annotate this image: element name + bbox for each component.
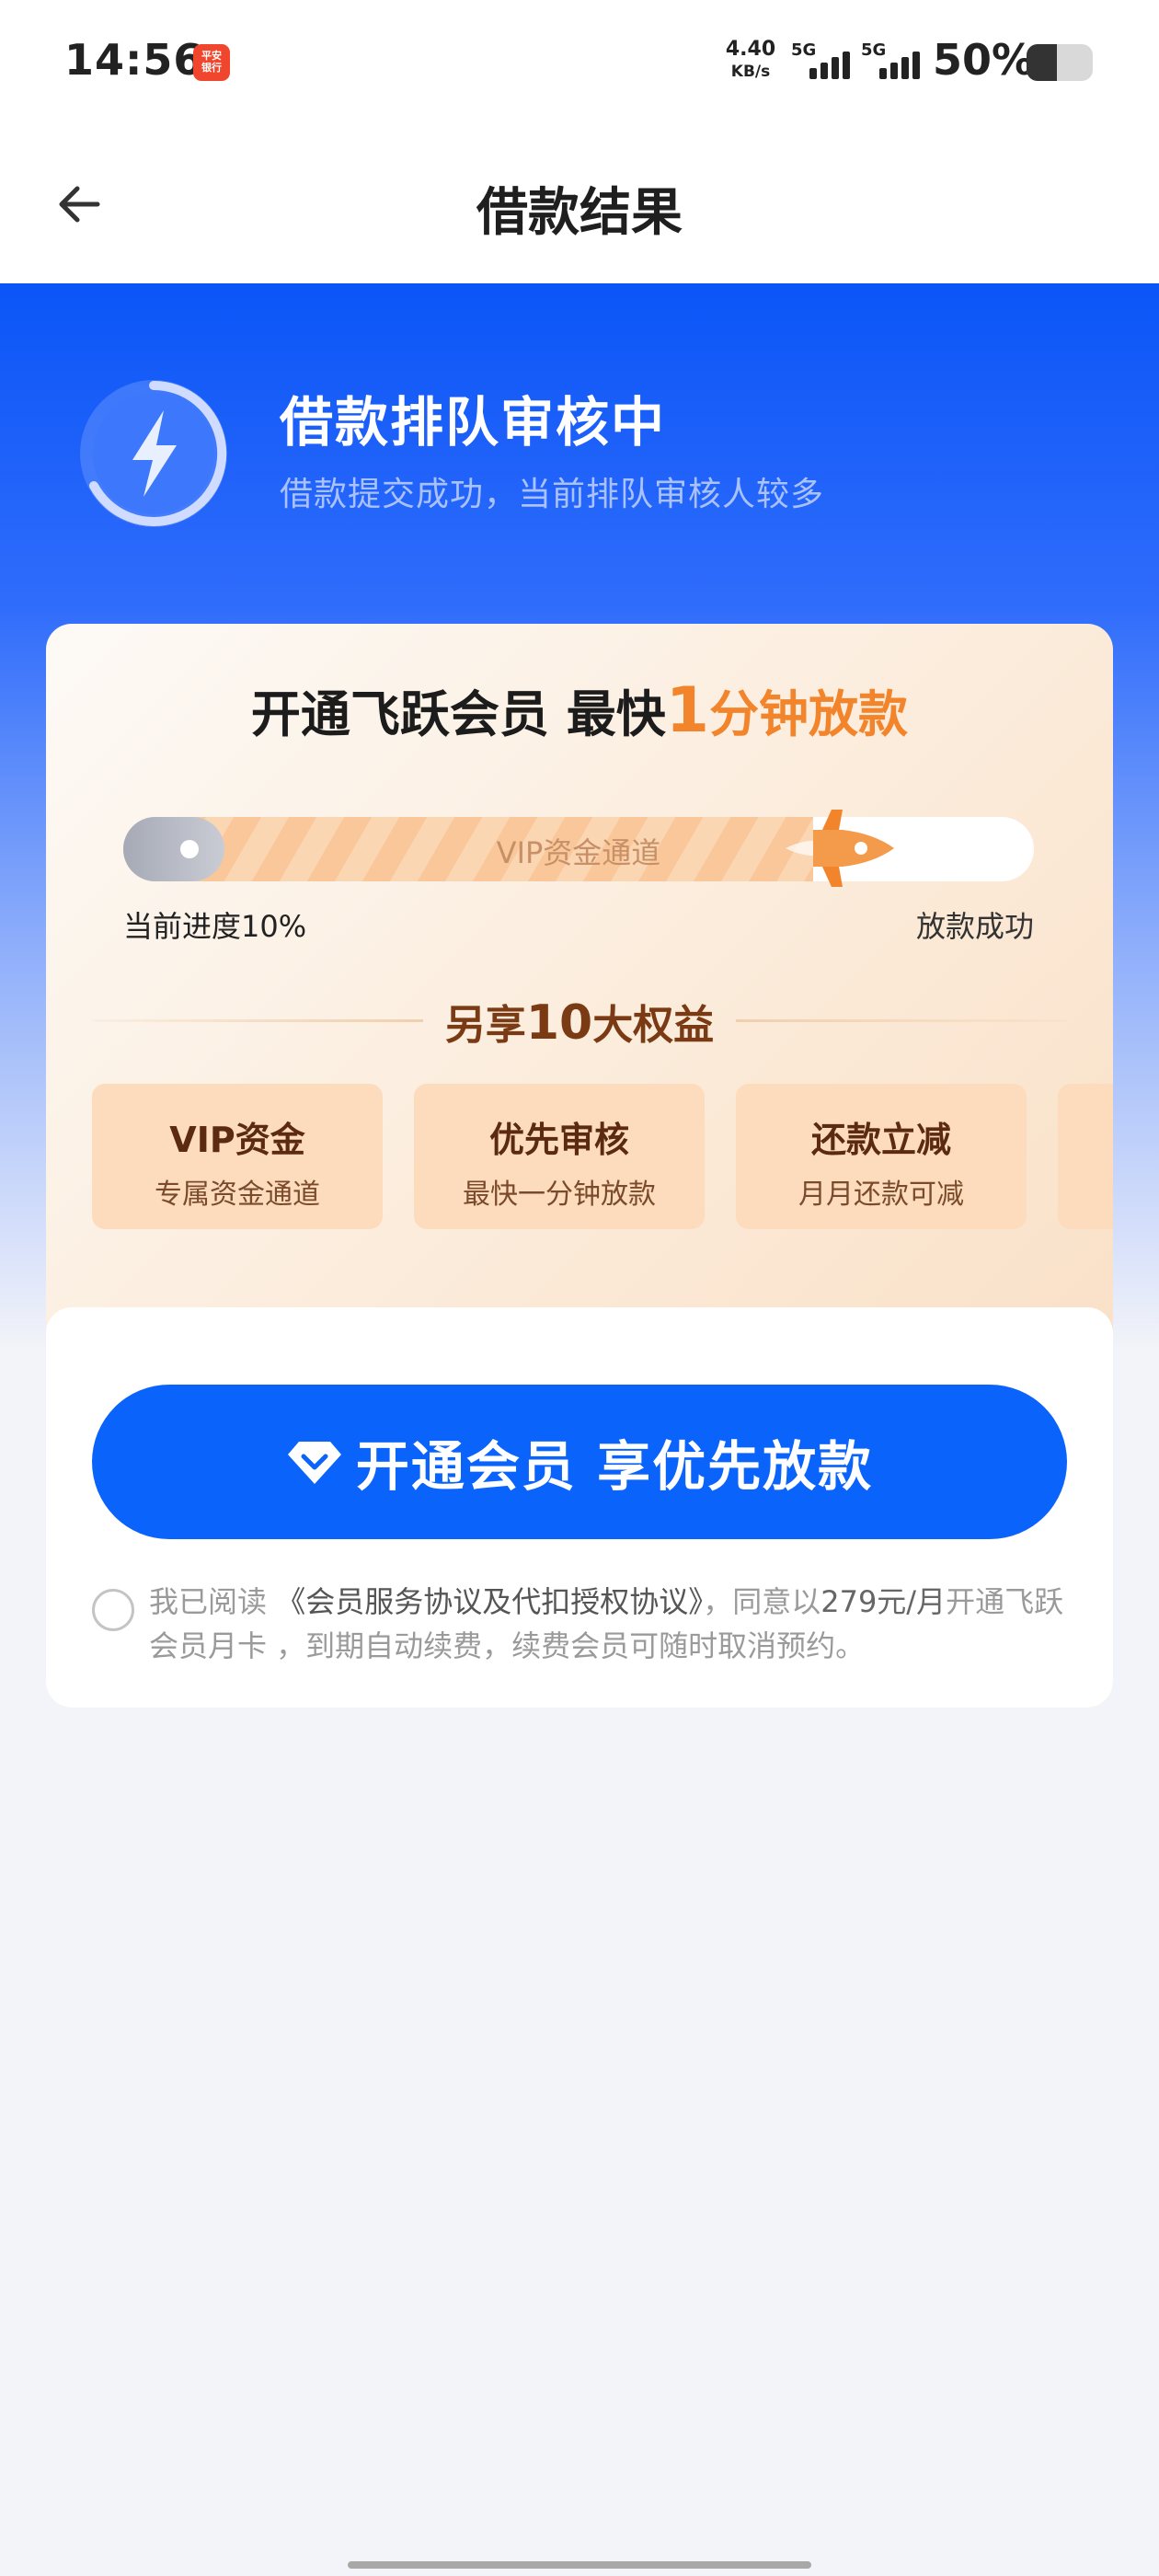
agreement-text: 我已阅读 《会员服务协议及代扣授权协议》，同意以279元/月开通飞跃会员月卡 ，…	[149, 1580, 1069, 1668]
promo-title-hl-prefix: 最快	[566, 685, 666, 743]
benefits-heading: 另享10大权益	[92, 992, 1067, 1051]
membership-card: 开通飞跃会员 最快1分钟放款 VIP资金通道 当前进度10% 放款成功 另享10…	[46, 624, 1113, 1708]
benefit-item: 优先审核 最快一分钟放款	[414, 1084, 705, 1229]
diamond-icon	[287, 1442, 341, 1484]
status-bar: 14:56 平安 银行 4.40 KB/s 5G 5G 50%	[0, 0, 1159, 125]
benefit-subtitle: 月月还款可减	[798, 1179, 964, 1211]
promo-title-prefix: 开通飞跃会员	[250, 685, 567, 743]
network-speed-unit: KB/s	[730, 63, 771, 81]
bank-app-notification-icon: 平安 银行	[193, 44, 230, 81]
vip-progress-bar: VIP资金通道	[123, 810, 1034, 887]
agreement-prefix: 我已阅读	[149, 1584, 277, 1619]
benefit-title: 还款立减	[810, 1120, 951, 1160]
membership-action-panel: 开通会员 享优先放款 我已阅读 《会员服务协议及代扣授权协议》，同意以279元/…	[46, 1307, 1113, 1708]
benefit-subtitle: 专属资金通道	[155, 1179, 320, 1211]
progress-channel-label: VIP资金通道	[496, 835, 661, 870]
progress-target-label: 放款成功	[915, 909, 1034, 944]
battery-percentage: 50%	[933, 35, 1035, 85]
rocket-icon	[786, 810, 894, 887]
status-subtitle: 借款提交成功，当前排队审核人较多	[280, 476, 825, 513]
promo-title-number: 1	[665, 674, 710, 747]
progress-current-label: 当前进度10%	[123, 909, 307, 944]
lightning-progress-icon	[80, 380, 227, 527]
agreement-checkbox[interactable]	[92, 1589, 134, 1631]
signal-1-label: 5G	[791, 40, 817, 60]
benefits-heading-prefix: 另享	[444, 1002, 526, 1049]
benefit-title: 优先审核	[488, 1120, 629, 1160]
status-title: 借款排队审核中	[280, 391, 667, 454]
promo-title: 开通飞跃会员 最快1分钟放款	[46, 673, 1113, 747]
agreement-link[interactable]: 《会员服务协议及代扣授权协议》	[276, 1584, 703, 1619]
network-speed: 4.40 KB/s	[721, 39, 780, 83]
benefits-heading-number: 10	[525, 995, 593, 1051]
open-membership-button[interactable]: 开通会员 享优先放款	[92, 1385, 1067, 1539]
network-speed-value: 4.40	[725, 38, 776, 61]
benefit-item: VIP资金 专属资金通道	[92, 1084, 383, 1229]
signal-icon: 5G	[791, 40, 859, 83]
signal-icon-2: 5G	[861, 40, 929, 83]
benefit-item-partial	[1058, 1084, 1113, 1229]
nav-bar: 借款结果	[0, 125, 1159, 283]
benefit-subtitle: 最快一分钟放款	[463, 1179, 656, 1211]
page-title: 借款结果	[476, 183, 683, 243]
open-membership-label: 开通会员 享优先放款	[355, 1435, 874, 1498]
home-indicator[interactable]	[348, 2561, 811, 2569]
battery-icon	[1027, 44, 1093, 81]
promo-title-suffix: 分钟放款	[709, 685, 909, 743]
status-time: 14:56	[64, 35, 204, 85]
agreement-price: 279元/月	[820, 1584, 947, 1619]
benefit-item: 还款立减 月月还款可减	[736, 1084, 1027, 1229]
signal-2-label: 5G	[861, 40, 887, 60]
benefits-heading-suffix: 大权益	[592, 1002, 715, 1049]
agreement-middle: ，同意以	[703, 1584, 821, 1619]
benefit-title: VIP资金	[169, 1120, 305, 1160]
benefits-list[interactable]: VIP资金 专属资金通道 优先审核 最快一分钟放款 还款立减 月月还款可减	[92, 1084, 1113, 1231]
